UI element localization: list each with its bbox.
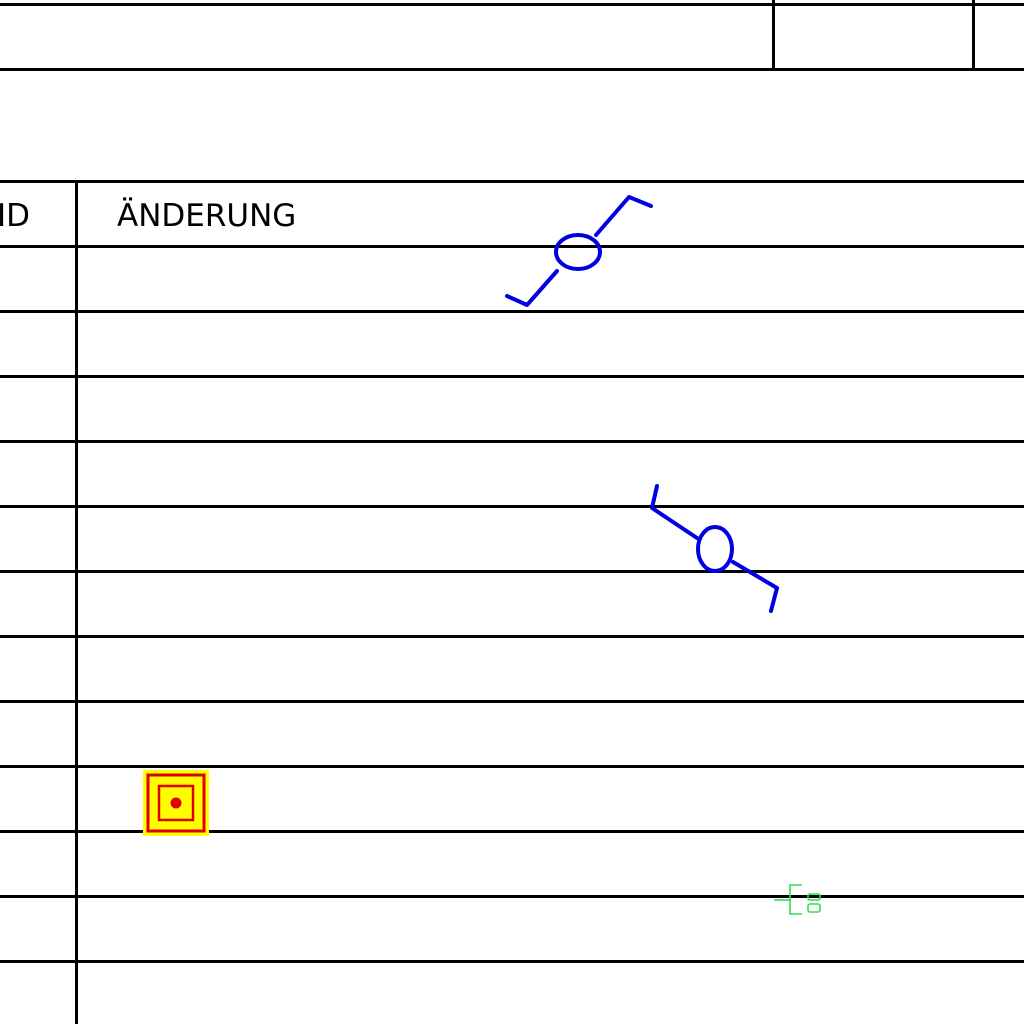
snap-point-icon[interactable] <box>143 770 209 836</box>
section-cut-icon[interactable] <box>505 195 653 307</box>
marker-overlay <box>143 195 821 915</box>
drawing-canvas[interactable]: ID ÄNDERUNG <box>0 0 1024 1024</box>
section-cut-icon[interactable] <box>650 484 779 613</box>
selection-cursor-icon <box>774 884 821 915</box>
